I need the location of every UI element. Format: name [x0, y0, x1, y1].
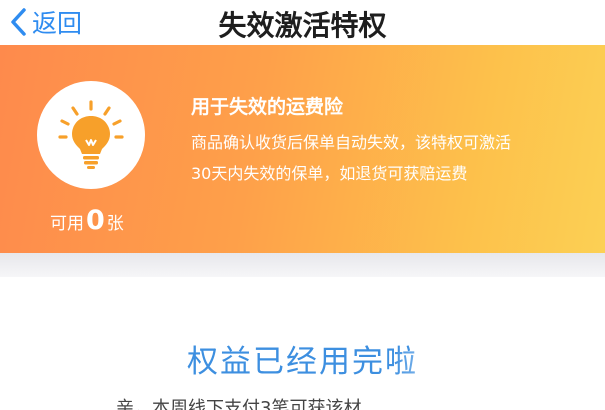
screen-glare	[392, 352, 605, 410]
empty-state-note: 亲，本周线下支付3笔可获该材	[116, 398, 362, 410]
perk-title: 用于失效的运费险	[191, 96, 344, 118]
available-count: 可用 0 张	[50, 205, 124, 236]
perk-description-line1: 商品确认收货后保单自动失效，该特权可激活	[191, 133, 512, 152]
available-suffix: 张	[106, 214, 124, 234]
available-number: 0	[86, 205, 105, 236]
section-divider	[0, 253, 605, 277]
navigation-bar: 返回 失效激活特权	[0, 0, 605, 45]
bulb-badge	[37, 81, 145, 189]
available-prefix: 可用	[50, 214, 84, 234]
perk-description-line2: 30天内失效的保单，如退货可获赔运费	[191, 164, 468, 183]
page-title: 失效激活特权	[218, 9, 387, 42]
privilege-banner: 可用 0 张 用于失效的运费险 商品确认收货后保单自动失效，该特权可激活 30天…	[0, 45, 605, 253]
lightbulb-icon	[58, 100, 124, 169]
